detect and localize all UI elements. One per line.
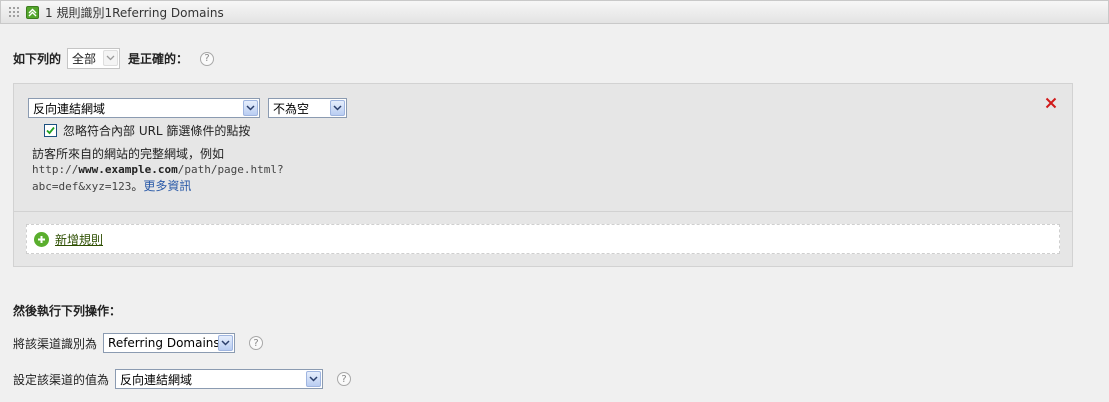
set-value-select-value: 反向連結網域 (120, 372, 193, 387)
rule-header: 1 規則識別1Referring Domains (0, 0, 1109, 24)
divider (14, 211, 1072, 212)
field-select[interactable]: 反向連結網域 (28, 98, 260, 118)
identify-label: 將該渠道識別為 (13, 336, 98, 351)
chevron-down-icon (218, 335, 234, 351)
example-url-domain: www.example.com (78, 163, 178, 176)
add-rule-link[interactable]: 新增規則 (55, 231, 103, 248)
identify-select-value: Referring Domains (108, 336, 220, 350)
chevron-down-icon (243, 100, 258, 116)
ignore-internal-row: 忽略符合內部 URL 篩選條件的點按 (44, 122, 250, 139)
drag-handle-icon[interactable] (8, 6, 20, 18)
condition-suffix: 是正確的： (128, 52, 189, 66)
operator-select-value: 不為空 (273, 101, 310, 116)
help-icon[interactable]: ? (200, 51, 215, 66)
collapse-icon[interactable] (26, 5, 39, 19)
match-select-value: 全部 (72, 52, 97, 66)
set-value-row: 設定該渠道的值為 反向連結網域 ? (13, 369, 352, 389)
example-url-path: /path/page.html? (177, 163, 284, 176)
more-info-link[interactable]: 更多資訊 (143, 179, 191, 193)
chevron-down-icon (330, 100, 345, 116)
chevron-down-icon (103, 50, 119, 66)
identify-select[interactable]: Referring Domains (103, 333, 236, 353)
help-icon[interactable]: ? (337, 372, 352, 386)
rule-panel: 反向連結網域 不為空 忽略符合內部 URL 篩選條件的點按 訪客所來自的網站的完… (13, 83, 1073, 267)
chevron-down-icon (306, 371, 322, 387)
condition-prefix: 如下列的 (13, 52, 62, 66)
condition-row: 如下列的 全部 是正確的： ? (13, 48, 215, 69)
add-rule-box: 新增規則 (26, 224, 1060, 254)
field-select-value: 反向連結網域 (33, 101, 106, 116)
ignore-internal-label: 忽略符合內部 URL 篩選條件的點按 (63, 124, 251, 138)
description-line: 訪客所來自的網站的完整網域，例如 (32, 147, 225, 161)
field-description: 訪客所來自的網站的完整網域，例如 http://www.example.com/… (32, 146, 284, 195)
example-url-line: http://www.example.com/path/page.html? (32, 162, 284, 178)
actions-heading: 然後執行下列操作： (13, 304, 122, 318)
example-url-prefix: http:// (32, 163, 79, 176)
help-icon[interactable]: ? (249, 336, 264, 350)
add-icon[interactable] (34, 231, 49, 247)
delete-rule-icon[interactable] (1044, 96, 1058, 110)
ignore-internal-checkbox[interactable] (44, 124, 57, 137)
operator-select[interactable]: 不為空 (268, 98, 347, 118)
set-value-label: 設定該渠道的值為 (13, 372, 110, 387)
example-url-query: abc=def&xyz=123 (32, 180, 132, 193)
rule-title: 1 規則識別1Referring Domains (45, 5, 224, 20)
set-value-select[interactable]: 反向連結網域 (115, 369, 324, 389)
identify-row: 將該渠道識別為 Referring Domains ? (13, 333, 264, 353)
example-sep: 。 (131, 179, 144, 193)
match-select[interactable]: 全部 (67, 48, 121, 69)
example-url-line-2: abc=def&xyz=123。更多資訊 (32, 178, 284, 195)
